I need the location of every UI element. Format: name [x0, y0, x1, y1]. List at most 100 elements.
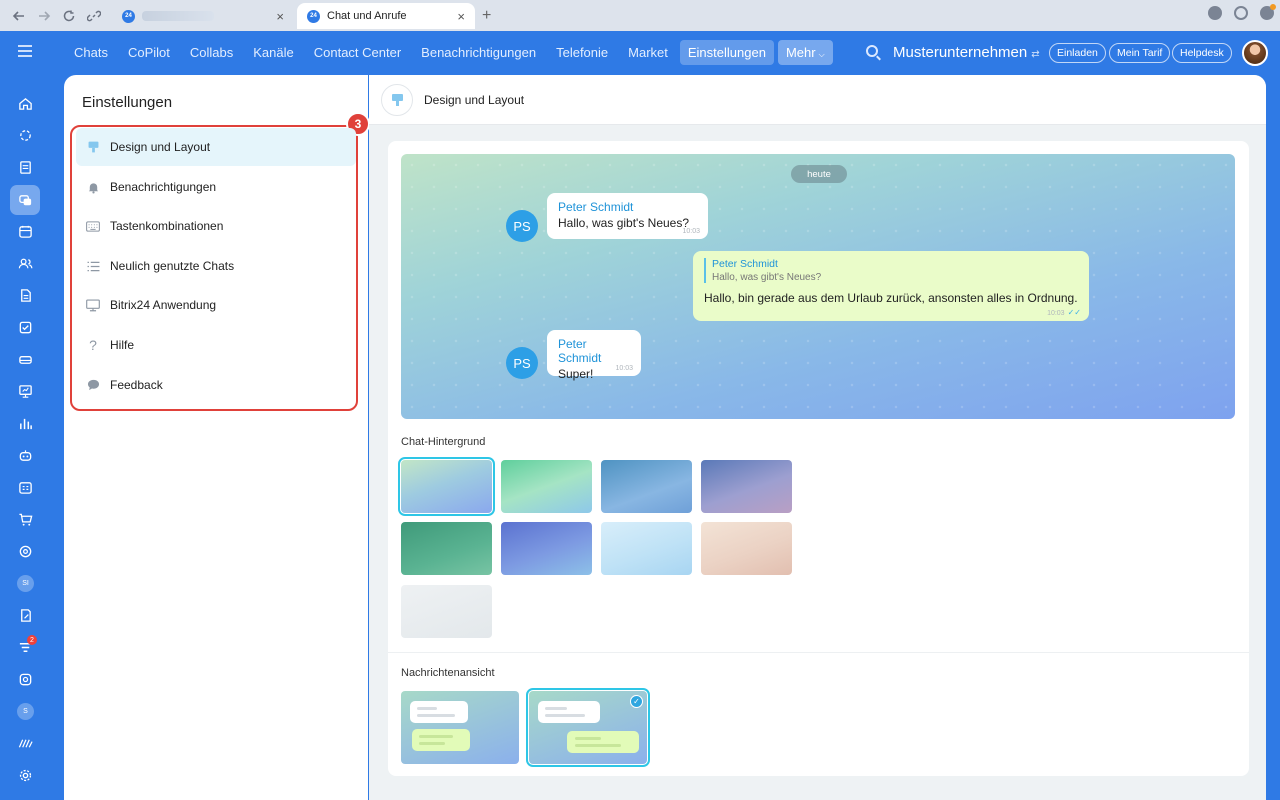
reload-icon[interactable] — [58, 5, 80, 27]
settings-item-label: Hilfe — [110, 338, 135, 352]
chat-icon[interactable] — [17, 192, 33, 208]
calendar-icon[interactable] — [17, 223, 33, 239]
user-avatar[interactable] — [1242, 40, 1268, 66]
date-separator: heute — [791, 165, 847, 183]
back-icon[interactable] — [8, 5, 30, 27]
browser-actions — [1208, 6, 1274, 20]
settings-item-feedback[interactable]: Feedback — [76, 366, 356, 404]
workgroup-s-avatar[interactable]: S — [17, 703, 34, 720]
app-top-navigation: Chats CoPilot Collabs Kanäle Contact Cen… — [0, 31, 1280, 75]
menu-copilot[interactable]: CoPilot — [120, 40, 178, 65]
mini-incoming-bubble — [538, 701, 600, 723]
menu-kanaele[interactable]: Kanäle — [245, 40, 301, 65]
background-swatch-4[interactable] — [701, 460, 792, 513]
settings-item-notifications[interactable]: Benachrichtigungen — [76, 168, 356, 206]
presentation-icon[interactable] — [17, 383, 33, 399]
menu-einstellungen[interactable]: Einstellungen — [679, 40, 774, 65]
tab-title: Chat und Anrufe — [327, 10, 407, 22]
search-icon[interactable] — [866, 45, 878, 57]
menu-more-button[interactable]: Mehr ⌵ — [777, 40, 833, 65]
selected-check-icon: ✓ — [630, 695, 643, 708]
document-icon[interactable] — [17, 287, 33, 303]
close-tab-icon[interactable]: × — [457, 9, 465, 24]
mini-outgoing-bubble — [412, 729, 470, 751]
menu-chats[interactable]: Chats — [66, 40, 116, 65]
background-swatch-9[interactable] — [401, 585, 492, 638]
blurred-tab-title — [142, 11, 214, 21]
settings-item-design[interactable]: Design und Layout — [76, 128, 356, 166]
settings-item-help[interactable]: ? Hilfe — [76, 326, 356, 364]
settings-item-label: Bitrix24 Anwendung — [110, 298, 217, 312]
settings-item-recent-chats[interactable]: Neulich genutzte Chats — [76, 247, 356, 285]
close-tab-icon[interactable]: × — [276, 9, 284, 24]
feed-icon[interactable] — [17, 159, 33, 175]
message-time-wrap: 10:03 ✓✓ — [1047, 308, 1081, 317]
browser-tab-inactive[interactable]: 24 × — [112, 3, 294, 29]
left-icon-rail: SI 2 S — [0, 75, 50, 800]
background-swatch-3[interactable] — [601, 460, 692, 513]
brush-icon — [381, 84, 413, 116]
support-icon[interactable] — [17, 671, 33, 687]
settings-item-app[interactable]: Bitrix24 Anwendung — [76, 286, 356, 324]
analytics-icon[interactable] — [17, 415, 33, 431]
company-label: Musterunternehmen — [893, 44, 1028, 61]
forward-icon[interactable] — [33, 5, 55, 27]
hamburger-menu-icon[interactable] — [18, 45, 32, 57]
design-settings-content: Design und Layout heute PS Peter Schmidt… — [369, 75, 1266, 800]
background-swatch-1[interactable] — [398, 457, 495, 516]
speech-bubble-icon — [86, 378, 100, 392]
menu-collabs[interactable]: Collabs — [182, 40, 241, 65]
bell-icon — [86, 180, 100, 194]
background-swatch-5[interactable] — [401, 522, 492, 575]
settings-sidebar: Einstellungen 3 Design und Layout Benach… — [64, 75, 370, 800]
edit-document-icon[interactable] — [17, 607, 33, 623]
settings-item-label: Neulich genutzte Chats — [110, 259, 235, 273]
menu-contact-center[interactable]: Contact Center — [306, 40, 409, 65]
settings-item-label: Benachrichtigungen — [110, 180, 217, 194]
company-name[interactable]: Musterunternehmen ⇄ — [893, 44, 1040, 61]
gear-icon[interactable] — [17, 767, 33, 783]
invite-button[interactable]: Einladen — [1049, 43, 1106, 63]
download-icon[interactable] — [1208, 6, 1222, 20]
booking-icon[interactable] — [17, 479, 33, 495]
quote-text: Hallo, was gibt's Neues? — [712, 272, 822, 283]
browser-tab-active[interactable]: 24 Chat und Anrufe × — [297, 3, 475, 29]
settings-item-shortcuts[interactable]: Tastenkombinationen — [76, 207, 356, 245]
workgroup-si-avatar[interactable]: SI — [17, 575, 34, 592]
history-icon[interactable] — [1234, 6, 1248, 20]
target-icon[interactable] — [17, 543, 33, 559]
message-view-option-2[interactable]: ✓ — [526, 688, 650, 767]
message-view-option-1[interactable] — [401, 691, 519, 764]
home-icon[interactable] — [17, 95, 33, 111]
helpdesk-button[interactable]: Helpdesk — [1172, 43, 1232, 63]
outgoing-message: Peter Schmidt Hallo, was gibt's Neues? H… — [693, 251, 1089, 321]
shop-cart-icon[interactable] — [17, 511, 33, 527]
new-tab-button[interactable]: + — [482, 7, 491, 25]
bot-icon[interactable] — [17, 447, 33, 463]
background-swatch-8[interactable] — [701, 522, 792, 575]
quote-sender: Peter Schmidt — [712, 258, 778, 270]
drive-icon[interactable] — [17, 351, 33, 367]
menu-benachrichtigungen[interactable]: Benachrichtigungen — [413, 40, 544, 65]
background-swatch-6[interactable] — [501, 522, 592, 575]
avatar: PS — [506, 210, 538, 242]
message-sender: Peter Schmidt — [558, 337, 602, 365]
menu-market[interactable]: Market — [620, 40, 676, 65]
read-check-icon: ✓✓ — [1067, 308, 1081, 317]
menu-telefonie[interactable]: Telefonie — [548, 40, 616, 65]
mini-line — [417, 707, 437, 710]
my-plan-button[interactable]: Mein Tarif — [1109, 43, 1171, 63]
settings-title: Einstellungen — [82, 94, 173, 111]
message-text: Hallo, bin gerade aus dem Urlaub zurück,… — [704, 291, 1078, 305]
brush-icon — [86, 140, 100, 154]
link-icon[interactable] — [83, 5, 105, 27]
background-swatch-2[interactable] — [501, 460, 592, 513]
users-icon[interactable] — [17, 255, 33, 271]
mini-line — [545, 714, 585, 717]
tasks-icon[interactable] — [17, 319, 33, 335]
sites-icon[interactable] — [17, 735, 33, 751]
message-sender: Peter Schmidt — [558, 200, 634, 214]
copilot-icon[interactable] — [17, 127, 33, 143]
chevron-down-icon: ⌵ — [818, 50, 825, 59]
background-swatch-7[interactable] — [601, 522, 692, 575]
